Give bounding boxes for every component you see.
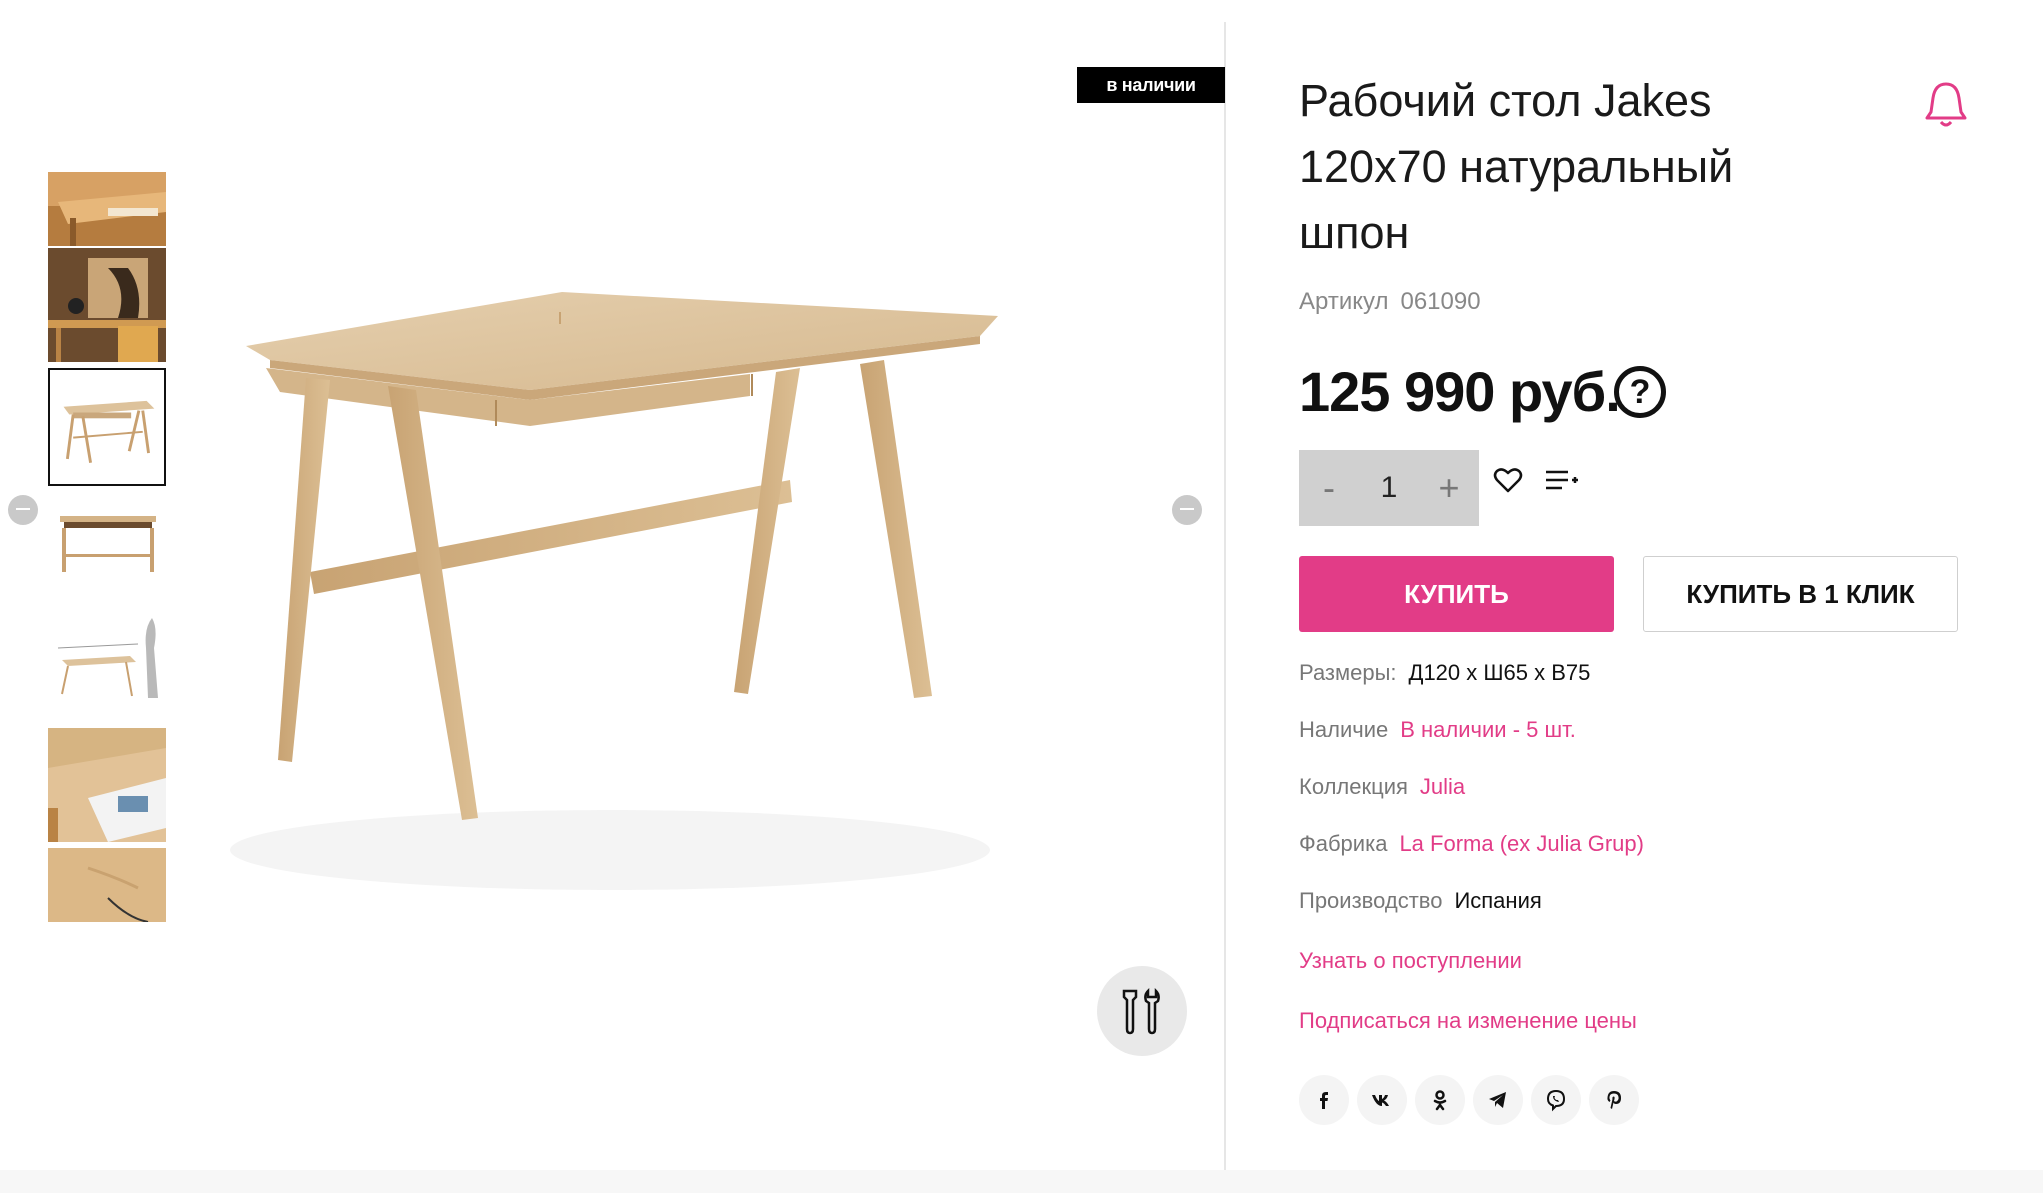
gallery-next-arrow-icon[interactable]: [1172, 495, 1202, 525]
screwdriver-wrench-icon: [1122, 987, 1160, 1035]
footer-strip: [0, 1170, 2043, 1193]
property-factory: Фабрика La Forma (ex Julia Grup): [1299, 831, 1644, 857]
viber-share-icon[interactable]: [1531, 1075, 1581, 1125]
property-value: Д120 х Ш65 х В75: [1408, 660, 1591, 685]
product-price: 125 990 руб.: [1299, 360, 1621, 423]
column-divider: [1224, 22, 1226, 1170]
thumbnail-desk-product[interactable]: [48, 368, 166, 486]
main-product-image[interactable]: [180, 240, 1060, 920]
gallery-prev-arrow-icon[interactable]: [8, 495, 38, 525]
favorite-heart-icon[interactable]: [1493, 466, 1523, 494]
sku-label: Артикул: [1299, 288, 1389, 315]
facebook-share-icon[interactable]: [1299, 1075, 1349, 1125]
price-help-icon[interactable]: ?: [1614, 366, 1666, 418]
property-origin: Производство Испания: [1299, 888, 1542, 914]
thumbnail-desk-top-detail[interactable]: [48, 848, 166, 922]
buy-button[interactable]: КУПИТЬ: [1299, 556, 1614, 632]
buy-one-click-button[interactable]: КУПИТЬ В 1 КЛИК: [1643, 556, 1958, 632]
property-availability: Наличие В наличии - 5 шт.: [1299, 717, 1576, 743]
property-collection: Коллекция Julia: [1299, 774, 1465, 800]
vk-share-icon[interactable]: [1357, 1075, 1407, 1125]
thumbnail-desk-interior-scene[interactable]: [48, 248, 166, 362]
property-value: В наличии - 5 шт.: [1400, 717, 1576, 742]
odnoklassniki-share-icon[interactable]: [1415, 1075, 1465, 1125]
thumbnail-desk-dimensions[interactable]: [48, 608, 166, 718]
subscribe-price-link[interactable]: Подписаться на изменение цены: [1299, 1008, 1637, 1034]
thumbnail-desk-front[interactable]: [48, 492, 166, 602]
notify-bell-icon[interactable]: [1923, 80, 1969, 130]
qty-input[interactable]: [1359, 450, 1419, 526]
property-label: Фабрика: [1299, 831, 1388, 856]
property-label: Наличие: [1299, 717, 1389, 742]
notify-arrival-link[interactable]: Узнать о поступлении: [1299, 948, 1522, 974]
in-stock-badge: в наличии: [1077, 67, 1225, 103]
compare-list-icon[interactable]: [1544, 468, 1580, 494]
property-value: Испания: [1454, 888, 1542, 913]
sku-row: Артикул 061090: [1299, 288, 1481, 316]
telegram-share-icon[interactable]: [1473, 1075, 1523, 1125]
quantity-stepper: - +: [1299, 450, 1479, 526]
collection-link[interactable]: Julia: [1420, 774, 1465, 799]
factory-link[interactable]: La Forma (ex Julia Grup): [1399, 831, 1644, 856]
property-dimensions: Размеры: Д120 х Ш65 х В75: [1299, 660, 1590, 686]
property-label: Коллекция: [1299, 774, 1408, 799]
sku-value: 061090: [1400, 288, 1481, 315]
thumbnail-desk-drawer-closeup[interactable]: [48, 172, 166, 246]
pinterest-share-icon[interactable]: [1589, 1075, 1639, 1125]
product-title: Рабочий стол Jakes 120x70 натуральный шп…: [1299, 75, 1734, 258]
qty-decrease-button[interactable]: -: [1299, 450, 1359, 526]
property-label: Производство: [1299, 888, 1443, 913]
product-page: в наличии Рабочий стол Jakes 120x70 нату…: [0, 0, 2043, 1193]
thumbnail-desk-drawer-open[interactable]: [48, 728, 166, 842]
property-label: Размеры:: [1299, 660, 1397, 685]
social-share: [1299, 1075, 1639, 1125]
qty-increase-button[interactable]: +: [1419, 450, 1479, 526]
tools-button[interactable]: [1097, 966, 1187, 1056]
